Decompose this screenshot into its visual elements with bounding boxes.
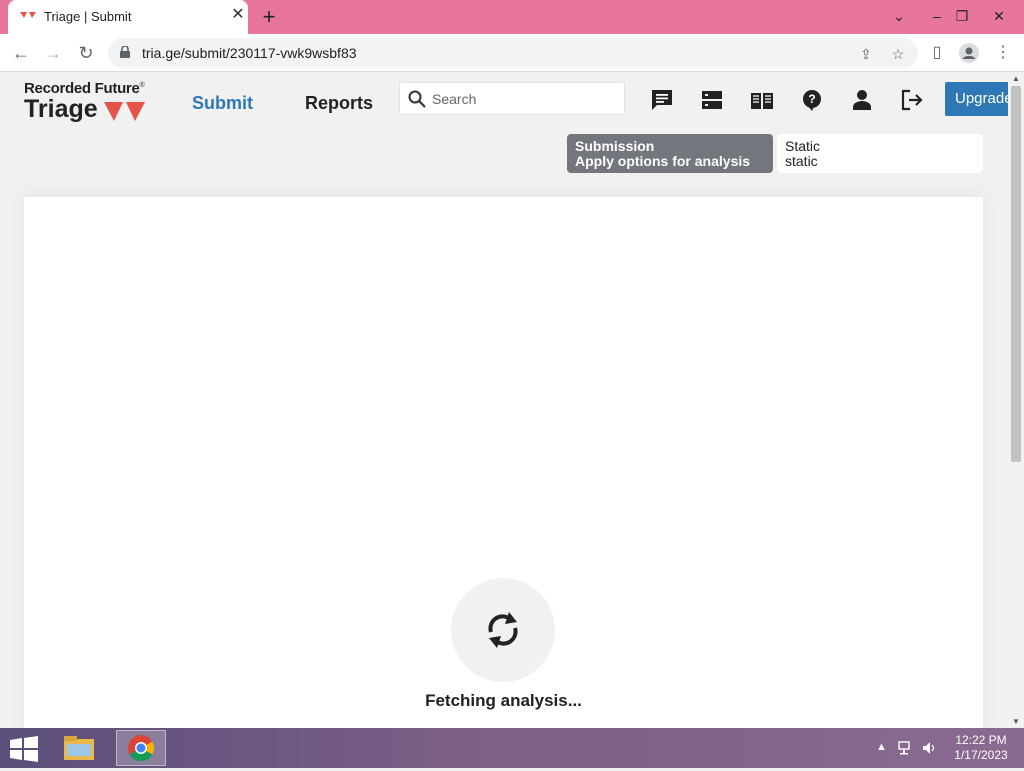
browser-toolbar: ← → ↻ tria.ge/submit/230117-vwk9wsbf83 ⇪… [0,34,1024,72]
server-icon[interactable] [700,88,724,112]
fetching-status-text: Fetching analysis... [425,691,582,710]
book-icon[interactable] [750,88,774,112]
submission-step-tag[interactable]: Submission Apply options for analysis [567,134,773,173]
nav-submit-link[interactable]: Submit [192,93,253,114]
windows-taskbar: ▲ 12:22 PM 1/17/2023 [0,728,1024,768]
submission-title: Submission [575,138,655,154]
side-panel-icon[interactable]: ▯ [926,42,948,64]
triage-favicon-icon [20,12,36,18]
submission-subtitle: Apply options for analysis [575,153,751,169]
restore-icon[interactable]: ❐ [947,4,977,28]
svg-text:?: ? [808,92,815,106]
user-icon[interactable] [850,88,874,112]
share-icon[interactable]: ⇪ [856,44,876,64]
logo-registered-mark: ® [139,82,145,89]
clock-time: 12:22 PM [955,733,1007,747]
tab-search-chevron-icon[interactable]: ⌄ [884,4,914,28]
lock-icon [120,46,130,58]
recorded-future-triage-logo[interactable]: Recorded Future® Triage [24,80,145,124]
refresh-icon [488,612,518,648]
tab-title: Triage | Submit [44,9,132,24]
network-icon[interactable] [898,740,914,756]
forward-icon[interactable]: → [40,41,66,65]
help-icon[interactable]: ? [800,88,824,112]
profile-avatar-icon[interactable] [958,42,980,64]
static-subtitle: static [785,153,818,169]
clock-date: 1/17/2023 [954,748,1008,762]
url-text: tria.ge/submit/230117-vwk9wsbf83 [142,45,357,61]
browser-tab-strip: Triage | Submit ✕ + ⌄ – ❐ ✕ [0,0,1024,34]
search-icon [408,90,426,108]
tab-close-icon[interactable]: ✕ [230,7,246,23]
windows-start-icon[interactable] [8,736,40,762]
scroll-down-arrow-icon[interactable]: ▼ [1012,717,1020,726]
triage-logo-mark-icon [104,102,145,121]
static-analysis-tag[interactable]: Static static [777,134,983,173]
bookmark-star-icon[interactable]: ☆ [888,44,908,64]
scroll-up-arrow-icon[interactable]: ▲ [1012,74,1020,83]
page-content: Recorded Future® Triage Submit Reports ? [0,72,1008,728]
reload-icon[interactable]: ↻ [73,41,99,65]
system-clock[interactable]: 12:22 PM 1/17/2023 [946,733,1016,763]
static-title: Static [785,138,821,154]
back-icon[interactable]: ← [8,41,34,65]
browser-menu-icon[interactable]: ⋮ [992,42,1014,64]
loading-spinner [451,578,555,682]
search-box[interactable] [399,82,625,115]
chat-icon[interactable] [650,88,674,112]
chrome-taskbar-icon[interactable] [116,730,166,766]
nav-reports-link[interactable]: Reports [305,93,373,114]
address-bar[interactable]: tria.ge/submit/230117-vwk9wsbf83 ⇪ ☆ [108,38,918,68]
logout-icon[interactable] [900,88,924,112]
upgrade-button[interactable]: Upgrade [945,82,1008,116]
page-scrollbar[interactable]: ▲ ▼ [1008,72,1024,728]
tray-overflow-icon[interactable]: ▲ [876,741,887,753]
volume-icon[interactable] [922,740,938,756]
scroll-thumb[interactable] [1011,86,1021,462]
window-close-icon[interactable]: ✕ [984,4,1014,28]
analysis-panel: Fetching analysis... [24,197,983,728]
new-tab-icon[interactable]: + [258,6,280,28]
browser-tab[interactable]: Triage | Submit ✕ [8,0,248,34]
search-input[interactable] [430,89,620,109]
file-explorer-taskbar-icon[interactable] [54,730,104,766]
